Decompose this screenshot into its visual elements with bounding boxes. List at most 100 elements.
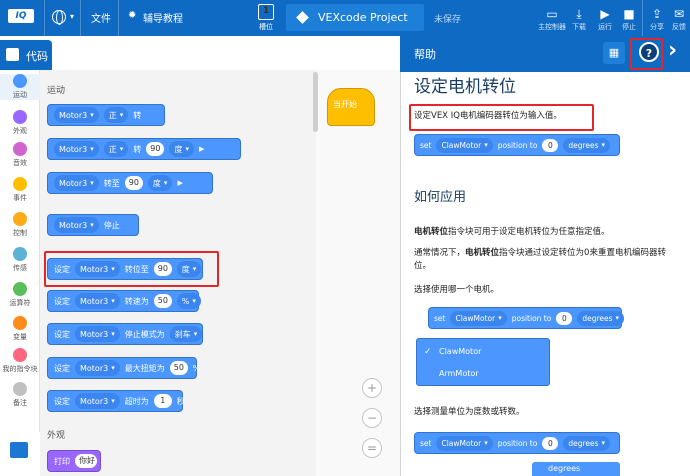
toolbar-divider: [80, 0, 81, 36]
feedback-button[interactable]: ✉ 反馈: [672, 6, 686, 32]
block-text: 最大扭矩为: [124, 363, 165, 373]
zoom-reset-button[interactable]: =: [362, 438, 382, 458]
share-button[interactable]: ⇪ 分享: [650, 6, 664, 32]
value-input[interactable]: 50: [153, 294, 172, 308]
unit-dropdown[interactable]: 度: [169, 141, 194, 157]
value-input: 0: [542, 436, 559, 450]
category-control[interactable]: 控制: [0, 212, 40, 238]
value-input[interactable]: 90: [124, 176, 143, 190]
category-sound[interactable]: 音效: [0, 142, 40, 168]
category-events[interactable]: 事件: [0, 177, 40, 203]
value-input[interactable]: 1: [153, 394, 172, 408]
category-label: 运动: [13, 91, 27, 99]
stop-block[interactable]: Motor3 停止: [47, 214, 139, 236]
motor-dropdown[interactable]: Motor3: [75, 393, 120, 409]
menu-item: ClawMotor: [439, 347, 482, 356]
set-torque-block[interactable]: 设定 Motor3 最大扭矩为 50 %: [47, 357, 200, 379]
unit-dropdown[interactable]: %: [176, 293, 201, 309]
category-operators[interactable]: 运算符: [0, 282, 40, 308]
category-my-blocks[interactable]: 我的指令块: [0, 348, 40, 374]
file-menu[interactable]: 文件: [91, 10, 111, 25]
set-timeout-block[interactable]: 设定 Motor3 超时为 1 秒: [47, 390, 185, 412]
category-motion[interactable]: 运动: [0, 74, 40, 100]
category-dot: [13, 142, 27, 156]
slot-selector[interactable]: 1: [258, 4, 274, 20]
value-input[interactable]: 50: [169, 361, 188, 375]
chevron-down-icon[interactable]: ▾: [70, 12, 74, 21]
expand-arrow-icon[interactable]: ▶: [199, 145, 204, 153]
block-text: 当开始: [333, 100, 357, 109]
feedback-icon: ✉: [673, 7, 685, 21]
code-icon: [6, 48, 19, 61]
spin-for-block[interactable]: Motor3 正 转 90 度 ▶: [47, 138, 241, 160]
toolbar-divider: [118, 0, 119, 36]
example-set-position-block: set ClawMotor position to 0 degrees: [414, 134, 620, 156]
motor-example-block: set ClawMotor position to 0 degrees: [428, 307, 625, 329]
device-icon[interactable]: ▦: [603, 42, 625, 64]
set-stopping-block[interactable]: 设定 Motor3 停止模式为 刹车: [47, 323, 203, 345]
download-label: 下载: [572, 23, 586, 31]
help-description: 设定VEX IQ电机编码器转位为输入值。: [414, 111, 562, 121]
paragraph-text: 通常情况下，: [414, 248, 466, 258]
project-name[interactable]: VEXcode Project: [318, 11, 408, 24]
zoom-in-button[interactable]: +: [362, 378, 382, 398]
value-input: 0: [556, 311, 573, 325]
motor-dropdown[interactable]: Motor3: [75, 293, 120, 309]
share-label: 分享: [650, 23, 664, 31]
checkmark-icon: ✓: [424, 347, 432, 357]
language-globe-icon[interactable]: [52, 10, 66, 25]
category-looks[interactable]: 外观: [0, 110, 40, 136]
value-input[interactable]: 你好: [75, 454, 97, 468]
motor-dropdown[interactable]: Motor3: [75, 360, 120, 376]
code-tab[interactable]: 代码: [0, 40, 52, 70]
stop-icon: ■: [623, 7, 635, 21]
run-button[interactable]: ▶ 运行: [598, 6, 612, 32]
collapse-chevron-icon[interactable]: ›: [668, 38, 677, 63]
spin-block[interactable]: Motor3 正 转: [47, 104, 165, 126]
category-sensing[interactable]: 传感: [0, 247, 40, 273]
category-label: 音效: [13, 159, 27, 167]
download-button[interactable]: ⤓ 下载: [572, 6, 586, 32]
block-text: 转: [133, 110, 142, 120]
category-dot: [13, 177, 27, 191]
set-velocity-block[interactable]: 设定 Motor3 转速为 50 %: [47, 290, 201, 312]
print-block[interactable]: 打印 你好: [47, 450, 101, 472]
direction-dropdown[interactable]: 正: [103, 141, 129, 157]
expand-arrow-icon[interactable]: ▶: [177, 179, 182, 187]
devices-icon[interactable]: [10, 442, 28, 458]
motion-section-title: 运动: [47, 86, 66, 96]
value-input[interactable]: 90: [153, 262, 172, 276]
brain-button[interactable]: ▭ 主控制器: [538, 6, 566, 32]
toolbar-divider: [642, 0, 643, 36]
stop-button[interactable]: ■ 停止: [622, 6, 636, 32]
motor-dropdown[interactable]: Motor3: [54, 217, 99, 233]
run-label: 运行: [598, 23, 612, 31]
direction-dropdown[interactable]: 正: [103, 107, 129, 123]
block-text: 打印: [54, 456, 70, 466]
bold-term: 电机转位: [414, 227, 449, 237]
help-question-icon[interactable]: ?: [639, 42, 659, 62]
tutorials-menu[interactable]: 辅导教程: [143, 10, 183, 25]
help-paragraph-4: 选择测量单位为度数或转数。: [414, 407, 525, 417]
stop-label: 停止: [622, 23, 636, 31]
zoom-out-button[interactable]: −: [362, 408, 382, 428]
motor-dropdown[interactable]: Motor3: [54, 175, 99, 191]
spin-to-block[interactable]: Motor3 转至 90 度 ▶: [47, 172, 213, 194]
mode-dropdown[interactable]: 刹车: [169, 326, 203, 342]
when-started-block[interactable]: 当开始: [327, 88, 375, 126]
unit-example-block: set ClawMotor position to 0 degrees: [414, 432, 620, 454]
motor-dropdown[interactable]: Motor3: [75, 261, 120, 277]
motor-dropdown[interactable]: Motor3: [54, 107, 99, 123]
unit-dropdown[interactable]: 度: [147, 175, 173, 191]
set-position-block[interactable]: 设定 Motor3 转位至 90 度: [47, 258, 203, 280]
category-dot: [13, 212, 27, 226]
unit-dropdown[interactable]: 度: [176, 261, 202, 277]
motor-dropdown[interactable]: Motor3: [75, 326, 120, 342]
category-comments[interactable]: 备注: [0, 382, 40, 408]
block-text: 转: [133, 144, 142, 154]
category-variables[interactable]: 变量: [0, 316, 40, 342]
help-paragraph-2: 通常情况下，电机转位指令块通过设定转位为0来重置电机编码器转位。: [414, 247, 676, 273]
palette-scrollbar[interactable]: [313, 72, 318, 132]
motor-dropdown[interactable]: Motor3: [54, 141, 99, 157]
value-input[interactable]: 90: [146, 142, 165, 156]
